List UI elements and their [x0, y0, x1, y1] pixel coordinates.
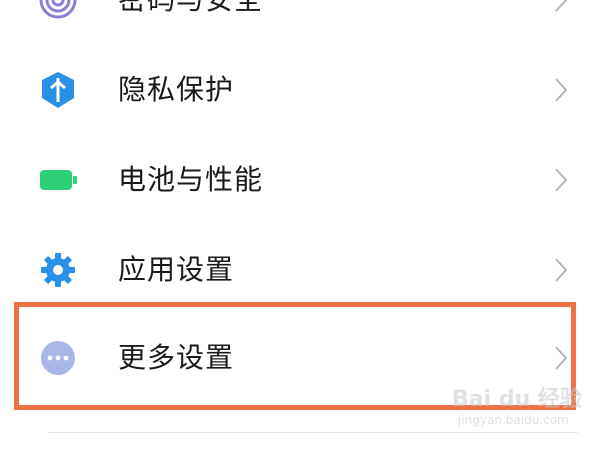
chevron-right-icon	[555, 168, 568, 192]
password-security-icon	[39, 0, 77, 19]
privacy-shield-icon	[42, 72, 74, 108]
settings-item-label: 隐私保护	[118, 73, 235, 106]
watermark-subtitle: jingyan.baidu.com	[458, 413, 569, 427]
settings-item-label: 电池与性能	[118, 163, 264, 196]
chevron-right-icon	[555, 78, 568, 102]
chevron-right-icon	[555, 258, 568, 282]
settings-item-label: 密码与安全	[118, 0, 263, 45]
settings-item-password-security[interactable]: 密码与安全	[0, 0, 600, 45]
watermark-brand: Bai du 经验	[452, 387, 582, 412]
settings-item-battery[interactable]: 电池与性能	[0, 135, 600, 225]
battery-icon	[40, 170, 77, 190]
settings-item-privacy[interactable]: 隐私保护	[0, 45, 600, 135]
settings-list: 密码与安全 隐私保护 电池与性能	[0, 0, 600, 450]
watermark: Bai du 经验 jingyan.baidu.com	[452, 381, 592, 439]
gear-icon	[41, 253, 75, 287]
chevron-right-icon	[555, 0, 568, 12]
